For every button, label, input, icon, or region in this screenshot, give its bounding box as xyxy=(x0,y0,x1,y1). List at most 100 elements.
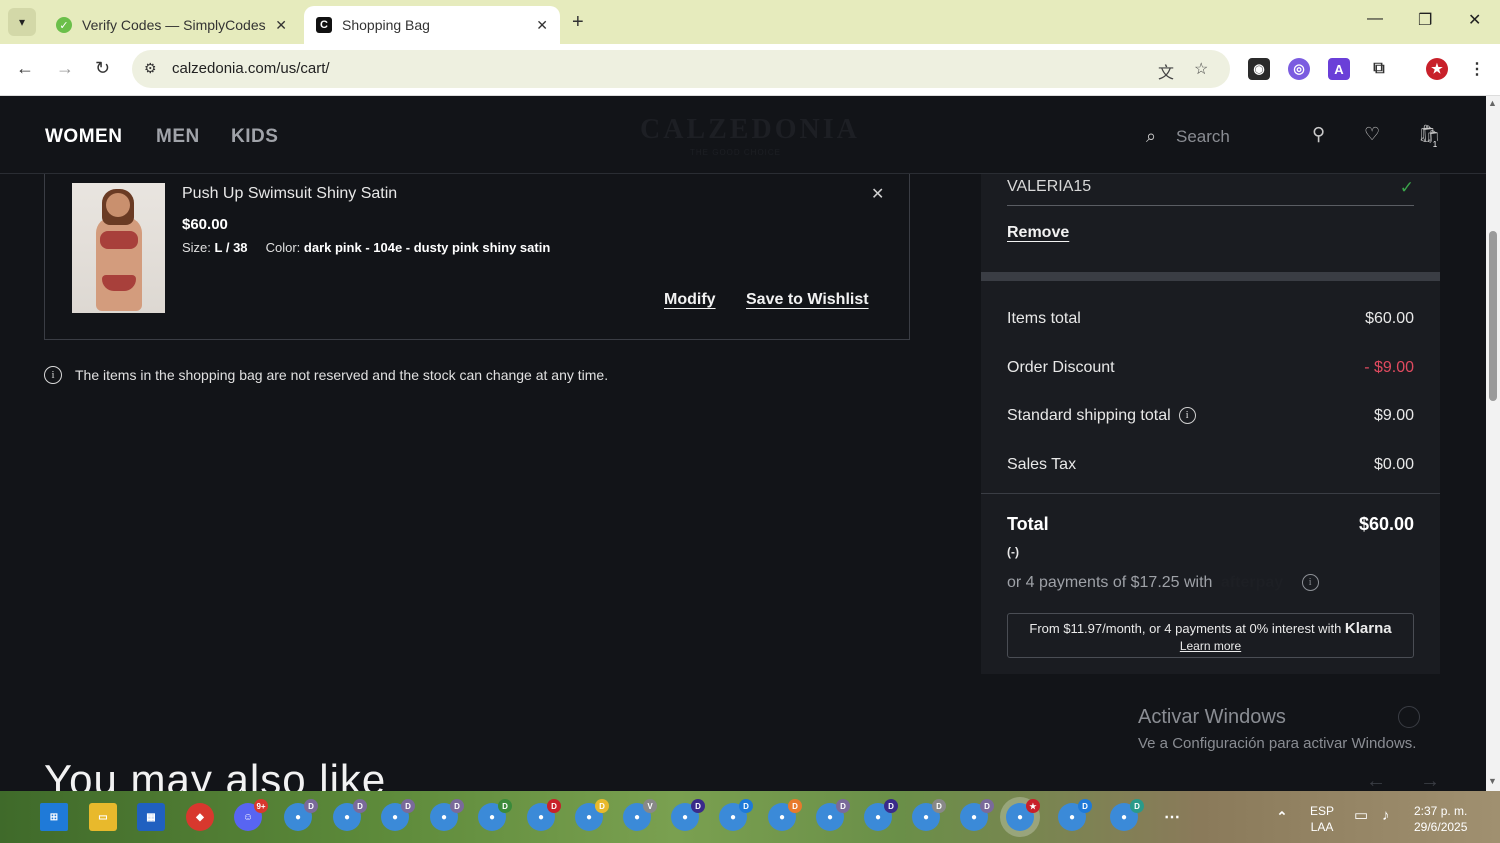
afterpay-logo: afterpay xyxy=(1220,574,1284,591)
wishlist-heart-icon[interactable]: ♡ xyxy=(1364,124,1380,145)
scroll-down-icon[interactable]: ▼ xyxy=(1488,776,1497,786)
file-explorer-icon[interactable]: ▭ xyxy=(89,803,117,831)
app-icon[interactable]: ◆ xyxy=(186,803,214,831)
extension-icon[interactable]: ◉ xyxy=(1248,58,1270,80)
chrome-profile-icon[interactable]: ● D xyxy=(719,799,753,831)
chrome-profile-icon[interactable]: ● D xyxy=(430,799,464,831)
page-scrollbar[interactable]: ▲ ▼ xyxy=(1486,96,1500,791)
product-image[interactable] xyxy=(72,183,165,313)
restore-icon[interactable]: ❐ xyxy=(1418,10,1432,30)
menu-kebab-icon[interactable]: ⋮ xyxy=(1466,58,1488,80)
chrome-profile-icon[interactable]: ● D xyxy=(864,799,898,831)
tab-search-dropdown[interactable]: ▾ xyxy=(8,8,36,36)
windows-activation-watermark: Activar Windows Ve a Configuración para … xyxy=(1138,706,1416,752)
close-tab-icon[interactable]: ✕ xyxy=(275,17,287,34)
divider xyxy=(981,493,1440,494)
close-window-icon[interactable]: ✕ xyxy=(1468,10,1481,30)
chrome-profile-icon[interactable]: ● D xyxy=(960,799,994,831)
browser-tab-bar: ▾ ✓ Verify Codes — SimplyCodes ✕ C Shopp… xyxy=(0,0,1500,44)
size-value: L / 38 xyxy=(214,240,248,255)
scroll-up-icon[interactable]: ▲ xyxy=(1488,98,1497,108)
modify-link[interactable]: Modify xyxy=(664,291,716,309)
site-logo[interactable]: CALZEDONIA xyxy=(640,114,860,146)
network-icon[interactable]: ▭ xyxy=(1354,808,1368,824)
more-apps-icon[interactable]: ⋯ xyxy=(1158,803,1186,831)
back-icon[interactable]: ← xyxy=(16,58,34,79)
chrome-profile-icon[interactable]: ● D xyxy=(333,799,367,831)
extension-icon[interactable]: ◎ xyxy=(1288,58,1310,80)
info-icon[interactable]: i xyxy=(1301,574,1319,592)
translate-icon[interactable]: 文 xyxy=(1158,59,1174,83)
swimsuit-bottom xyxy=(102,275,136,291)
order-discount-row: Order Discount - $9.00 xyxy=(1007,359,1414,377)
remove-item-close-icon[interactable]: ✕ xyxy=(871,184,884,204)
nav-men[interactable]: MEN xyxy=(156,126,200,148)
chrome-profile-icon[interactable]: ● D xyxy=(284,799,318,831)
chrome-profile-icon[interactable]: ● D xyxy=(1110,799,1144,831)
volume-icon[interactable]: ♪ xyxy=(1382,808,1390,824)
store-icon[interactable]: ▦ xyxy=(137,803,165,831)
watermark-title: Activar Windows xyxy=(1138,706,1286,728)
stock-notice: i The items in the shopping bag are not … xyxy=(44,366,608,384)
tab-shopping-bag[interactable]: C Shopping Bag ✕ xyxy=(304,6,560,44)
address-bar[interactable]: ⚙ calzedonia.com/us/cart/ 文 ☆ xyxy=(132,50,1230,88)
chrome-profile-icon[interactable]: ● D xyxy=(912,799,946,831)
chrome-profile-icon[interactable]: ● D xyxy=(1058,799,1092,831)
chat-icon[interactable] xyxy=(1398,706,1420,728)
site-info-icon[interactable]: ⚙ xyxy=(144,60,157,77)
chrome-profile-icon[interactable]: ● D xyxy=(381,799,415,831)
discord-icon[interactable]: ☺ 9+ xyxy=(234,799,268,831)
model-head xyxy=(106,193,130,217)
reload-icon[interactable]: ↻ xyxy=(95,58,110,79)
product-name[interactable]: Push Up Swimsuit Shiny Satin xyxy=(182,185,397,203)
extension-icon[interactable]: A xyxy=(1328,58,1350,80)
search-icon[interactable]: ⌕ xyxy=(1146,126,1156,147)
chrome-profile-icon[interactable]: ● V xyxy=(623,799,657,831)
chrome-profile-icon[interactable]: ● D xyxy=(478,799,512,831)
save-to-wishlist-link[interactable]: Save to Wishlist xyxy=(746,291,869,309)
total-sub: (-) xyxy=(1007,545,1019,559)
row-label: Items total xyxy=(1007,310,1081,327)
tab-simplycodes[interactable]: ✓ Verify Codes — SimplyCodes ✕ xyxy=(44,6,299,44)
chrome-active-icon[interactable]: ● ★ xyxy=(1006,799,1040,831)
chrome-profile-icon[interactable]: ● D xyxy=(816,799,850,831)
carousel-prev-icon[interactable]: ← xyxy=(1366,770,1386,791)
tray-chevron-icon[interactable]: ⌃ xyxy=(1268,803,1296,831)
account-icon[interactable]: ⚲ xyxy=(1312,124,1325,145)
calzedonia-icon: C xyxy=(316,17,332,33)
new-tab-icon[interactable]: + xyxy=(572,11,584,34)
total-value: $60.00 xyxy=(1358,514,1414,534)
chrome-profile-icon[interactable]: ● D xyxy=(671,799,705,831)
learn-more-link[interactable]: Learn more xyxy=(1008,639,1413,653)
chrome-profile-icon[interactable]: ● D xyxy=(575,799,609,831)
close-tab-icon[interactable]: ✕ xyxy=(536,17,548,34)
nav-kids[interactable]: KIDS xyxy=(231,126,278,148)
forward-icon[interactable]: → xyxy=(56,58,74,79)
size-label: Size: xyxy=(182,240,211,255)
minimize-icon[interactable]: — xyxy=(1367,10,1383,28)
coupon-field[interactable]: VALERIA15 ✓ xyxy=(1007,178,1414,206)
notice-text: The items in the shopping bag are not re… xyxy=(75,367,609,383)
profile-avatar[interactable]: ★ xyxy=(1426,58,1448,80)
row-value: $9.00 xyxy=(1373,407,1414,424)
chrome-profile-icon[interactable]: ● D xyxy=(768,799,802,831)
carousel-next-icon[interactable]: → xyxy=(1420,770,1440,791)
cart-item-card: Push Up Swimsuit Shiny Satin $60.00 Size… xyxy=(44,174,910,340)
url-text[interactable]: calzedonia.com/us/cart/ xyxy=(172,60,330,77)
extensions-puzzle-icon[interactable]: ⧉ xyxy=(1368,58,1390,80)
clock[interactable]: 2:37 p. m. 29/6/2025 xyxy=(1414,803,1467,835)
product-attributes: Size: L / 38 Color: dark pink - 104e - d… xyxy=(182,240,550,255)
windows-start-icon[interactable]: ⊞ xyxy=(40,803,68,831)
row-value: - $9.00 xyxy=(1364,359,1414,376)
bookmark-star-icon[interactable]: ☆ xyxy=(1194,59,1208,79)
afterpay-offer: or 4 payments of $17.25 with afterpay i xyxy=(1007,574,1319,592)
chrome-profile-icon[interactable]: ● D xyxy=(527,799,561,831)
info-icon[interactable]: i xyxy=(1178,407,1196,425)
language-indicator[interactable]: ESP LAA xyxy=(1310,803,1334,835)
nav-women[interactable]: WOMEN xyxy=(45,126,122,148)
info-icon: i xyxy=(44,366,62,384)
remove-coupon-link[interactable]: Remove xyxy=(1007,224,1069,242)
search-input[interactable]: Search xyxy=(1176,127,1230,147)
row-value: $60.00 xyxy=(1365,310,1414,327)
scrollbar-thumb[interactable] xyxy=(1489,231,1497,401)
